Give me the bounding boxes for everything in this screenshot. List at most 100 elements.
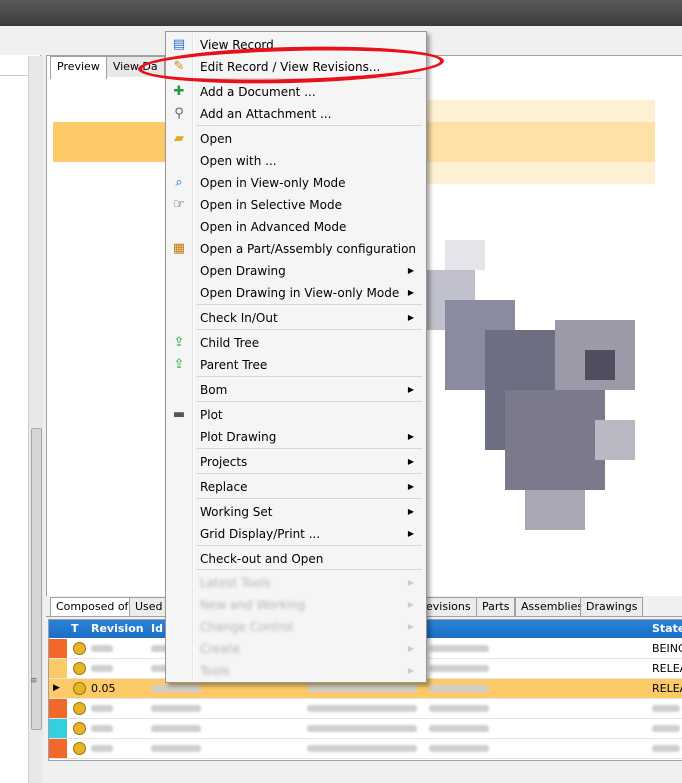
menu-item-label: Add an Attachment ... (200, 107, 332, 121)
menu-item-9[interactable]: ▦ Open a Part/Assembly configuration (168, 238, 424, 260)
menu-item-22[interactable]: Check-out and Open (168, 548, 424, 570)
submenu-arrow-icon: ▶ (407, 457, 414, 466)
menu-item-label: Open in Selective Mode (200, 198, 342, 212)
submenu-arrow-icon: ▶ (407, 432, 414, 441)
menu-item-11[interactable]: Open Drawing in View-only Mode ▶ (168, 282, 424, 304)
table-row[interactable] (49, 739, 682, 759)
blurred-cell (652, 725, 680, 732)
tab-composed-of[interactable]: Composed of: (50, 597, 138, 616)
menu-separator (196, 569, 422, 570)
tab-drawings[interactable]: Drawings (580, 597, 644, 616)
left-pane-scrollbar[interactable]: ≡ (28, 56, 43, 783)
blurred-cell (151, 705, 201, 712)
menu-item-label: Open a Part/Assembly configuration (200, 242, 417, 256)
column-header-id[interactable]: Id (151, 622, 163, 635)
menu-separator (196, 401, 422, 402)
tab-preview[interactable]: Preview (50, 56, 107, 79)
menu-item-20[interactable]: Working Set ▶ (168, 501, 424, 523)
blurred-cell (429, 645, 489, 652)
column-header-revision[interactable]: Revision (91, 622, 144, 635)
add-document-icon: ✚ (173, 84, 185, 99)
menu-item-label: New and Working (200, 598, 306, 612)
menu-separator (196, 329, 422, 330)
menu-item-label: Create (200, 642, 240, 656)
view-only-icon: ⌕ (175, 175, 183, 190)
blurred-preview-image (425, 240, 640, 550)
menu-item-label: Plot (200, 408, 223, 422)
blurred-cell (429, 725, 489, 732)
tab-assemblies[interactable]: Assemblies (515, 597, 590, 616)
menu-item-12[interactable]: Check In/Out ▶ (168, 307, 424, 329)
menu-item-18[interactable]: Projects ▶ (168, 451, 424, 473)
menu-item-17[interactable]: Plot Drawing ▶ (168, 426, 424, 448)
menu-separator (196, 498, 422, 499)
menu-item-19[interactable]: Replace ▶ (168, 476, 424, 498)
menu-separator (196, 545, 422, 546)
menu-item-label: Latest Tools (200, 576, 271, 590)
menu-item-4[interactable]: ▰ Open (168, 128, 424, 150)
menu-item-label: Open Drawing (200, 264, 286, 278)
blurred-cell (151, 685, 201, 692)
menu-item-21[interactable]: Grid Display/Print ... ▶ (168, 523, 424, 545)
menu-item-label: Check In/Out (200, 311, 278, 325)
configuration-icon: ▦ (172, 241, 186, 256)
menu-item-label: Bom (200, 383, 228, 397)
blurred-cell (307, 745, 417, 752)
printer-icon: ▬ (172, 407, 186, 422)
menu-item-6[interactable]: ⌕ Open in View-only Mode (168, 172, 424, 194)
row-status-color (49, 659, 67, 678)
blurred-cell (91, 745, 113, 752)
menu-separator (196, 473, 422, 474)
menu-item-label: Parent Tree (200, 358, 268, 372)
menu-item-2[interactable]: ✚ Add a Document ... (168, 81, 424, 103)
menu-item-16[interactable]: ▬ Plot (168, 404, 424, 426)
blurred-cell (307, 725, 417, 732)
blurred-cell (429, 685, 489, 692)
menu-item-label: Change Control (200, 620, 294, 634)
table-row[interactable] (49, 719, 682, 739)
tab-revisions[interactable]: evisions (420, 597, 477, 616)
menu-separator (196, 376, 422, 377)
submenu-arrow-icon: ▶ (407, 507, 414, 516)
menu-item-label: Tools (200, 664, 230, 678)
context-menu: ▤ View Record ✎ Edit Record / View Revision… (165, 31, 427, 683)
menu-item-label: Add a Document ... (200, 85, 316, 99)
menu-separator (196, 448, 422, 449)
table-row[interactable] (49, 699, 682, 719)
menu-item-label: Open Drawing in View-only Mode (200, 286, 400, 300)
document-type-icon (73, 682, 86, 695)
menu-item-27: Tools ▶ (168, 660, 424, 682)
blurred-cell (429, 745, 489, 752)
menu-item-8[interactable]: Open in Advanced Mode (168, 216, 424, 238)
blurred-cell (652, 705, 680, 712)
menu-item-25: Change Control ▶ (168, 616, 424, 638)
submenu-arrow-icon: ▶ (407, 666, 414, 675)
menu-item-10[interactable]: Open Drawing ▶ (168, 260, 424, 282)
submenu-arrow-icon: ▶ (407, 385, 414, 394)
menu-item-14[interactable]: ⇪ Parent Tree (168, 354, 424, 376)
submenu-arrow-icon: ▶ (407, 578, 414, 587)
submenu-arrow-icon: ▶ (407, 529, 414, 538)
menu-item-label: Working Set (200, 505, 273, 519)
submenu-arrow-icon: ▶ (407, 482, 414, 491)
menu-item-5[interactable]: Open with ... (168, 150, 424, 172)
revision-cell: 0.05 (91, 682, 116, 695)
blurred-cell (151, 745, 201, 752)
menu-item-label: Projects (200, 455, 248, 469)
menu-item-15[interactable]: Bom ▶ (168, 379, 424, 401)
menu-item-24: New and Working ▶ (168, 594, 424, 616)
menu-item-7[interactable]: ☞ Open in Selective Mode (168, 194, 424, 216)
blurred-cell (91, 645, 113, 652)
submenu-arrow-icon: ▶ (407, 622, 414, 631)
paperclip-icon: ⚲ (174, 106, 184, 121)
column-header-type[interactable]: T (71, 622, 79, 635)
column-header-state[interactable]: State (652, 622, 682, 635)
child-tree-icon: ⇪ (173, 335, 185, 350)
blurred-cell (151, 725, 201, 732)
row-status-color (49, 719, 67, 738)
menu-item-23: Latest Tools ▶ (168, 572, 424, 594)
menu-item-3[interactable]: ⚲ Add an Attachment ... (168, 103, 424, 125)
row-status-color (49, 699, 67, 718)
menu-item-13[interactable]: ⇪ Child Tree (168, 332, 424, 354)
tab-parts[interactable]: Parts (476, 597, 516, 616)
